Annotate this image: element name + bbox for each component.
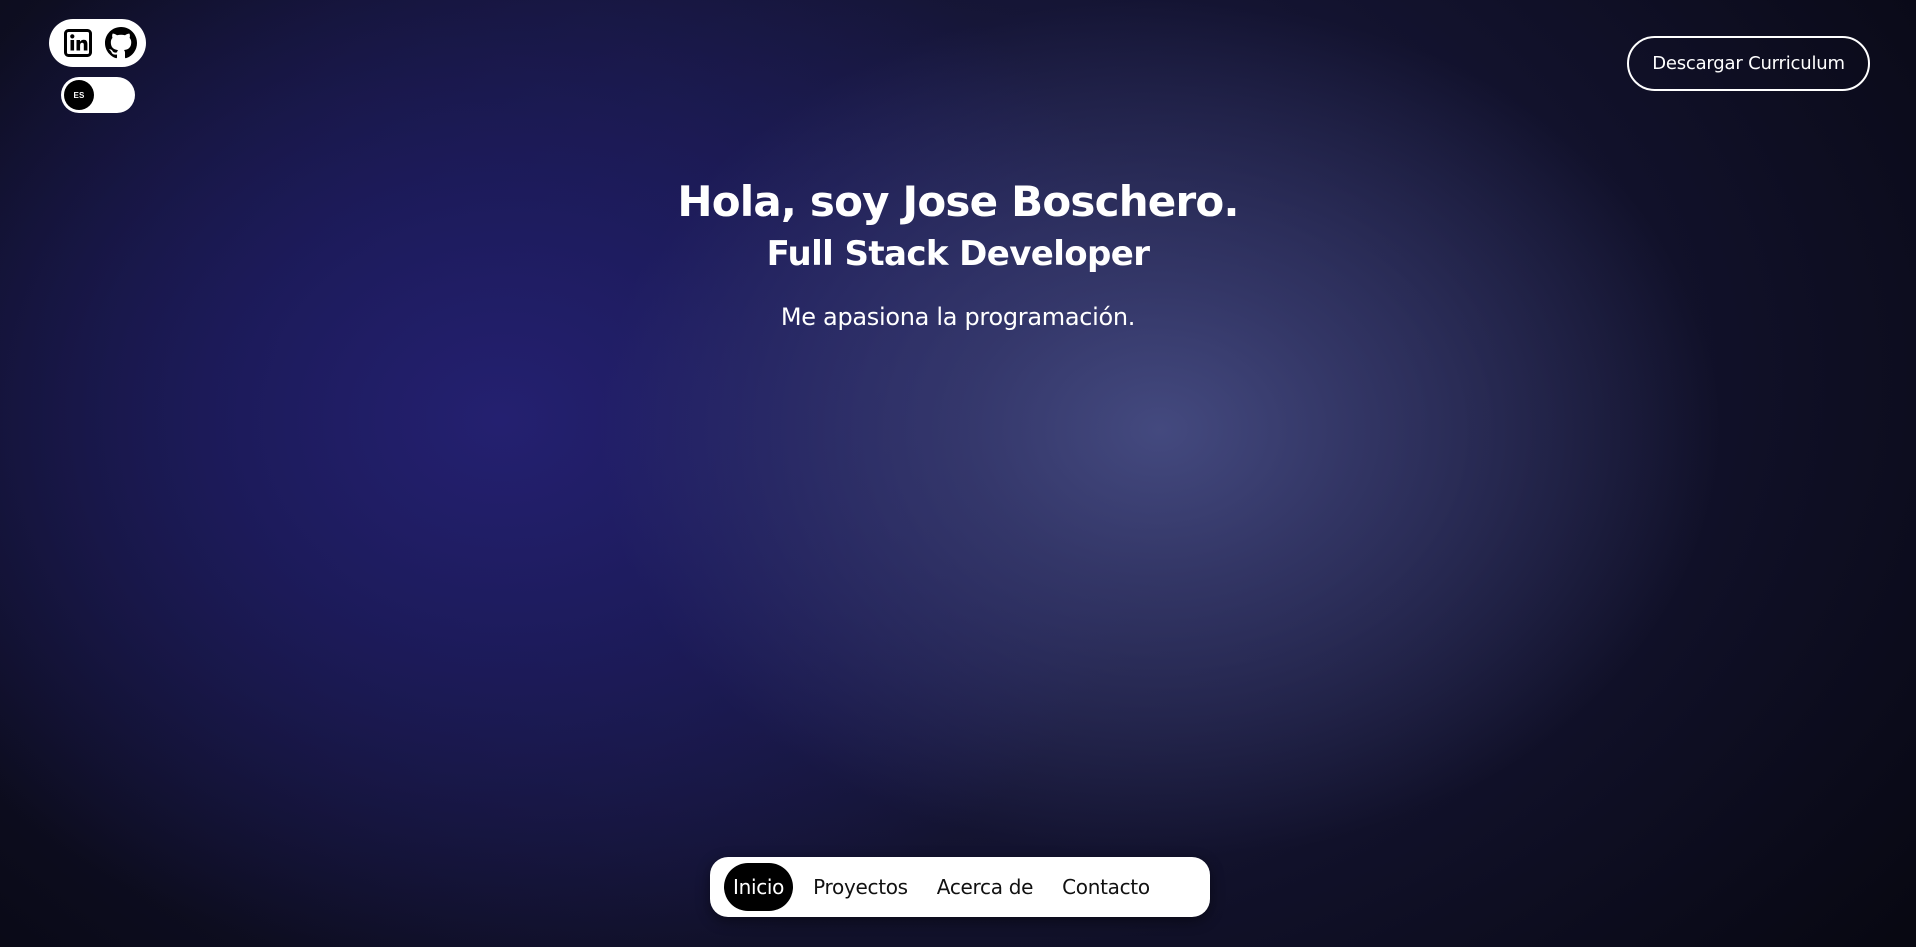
hero-subtitle: Full Stack Developer xyxy=(766,234,1150,274)
download-cv-button[interactable]: Descargar Curriculum xyxy=(1627,36,1870,91)
language-toggle[interactable]: ES xyxy=(61,77,135,113)
linkedin-icon[interactable] xyxy=(62,27,94,59)
hero-section: Hola, soy Jose Boschero. Full Stack Deve… xyxy=(0,172,1916,335)
language-toggle-knob: ES xyxy=(64,80,94,110)
nav-item-inicio[interactable]: Inicio xyxy=(724,863,794,911)
nav-item-proyectos[interactable]: Proyectos xyxy=(804,863,917,911)
nav-item-contacto[interactable]: Contacto xyxy=(1053,863,1159,911)
bottom-nav: Inicio Proyectos Acerca de Contacto xyxy=(710,857,1210,917)
hero-tagline: Me apasiona la programación. xyxy=(780,303,1136,331)
social-links xyxy=(49,19,146,67)
nav-item-acerca-de[interactable]: Acerca de xyxy=(928,863,1042,911)
hero-title: Hola, soy Jose Boschero. xyxy=(677,177,1239,226)
github-icon[interactable] xyxy=(105,27,137,59)
